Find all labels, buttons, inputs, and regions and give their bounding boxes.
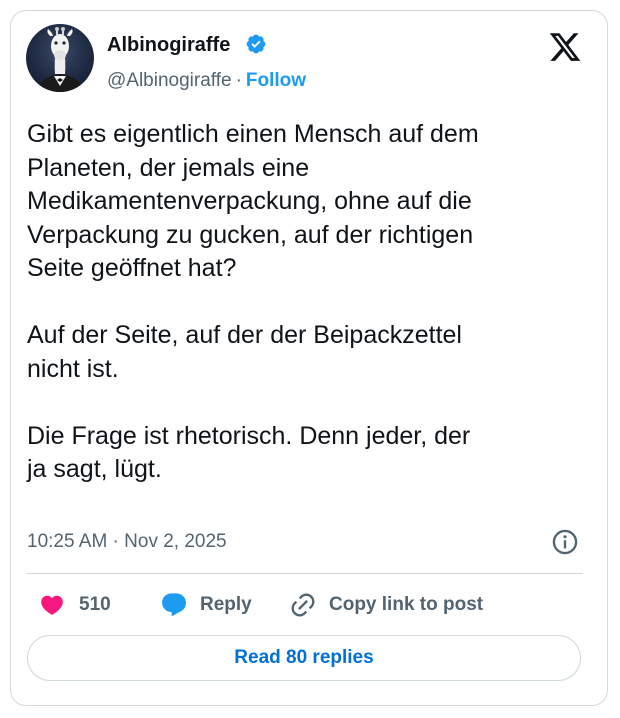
giraffe-avatar-image (36, 27, 84, 92)
verified-badge-icon (246, 34, 266, 54)
author-handle[interactable]: @Albinogiraffe (107, 70, 232, 91)
divider (27, 573, 583, 574)
info-icon[interactable] (551, 528, 579, 556)
action-bar: 510 Reply Copy link to post (27, 590, 583, 620)
timestamp[interactable]: 10:25 AM · Nov 2, 2025 (27, 531, 227, 553)
reply-button[interactable]: Reply (160, 590, 252, 620)
read-replies-label: Read 80 replies (234, 647, 374, 668)
handle-row: @Albinogiraffe · Follow (107, 70, 306, 92)
link-icon (291, 593, 315, 617)
like-count: 510 (79, 594, 111, 615)
copy-link-label: Copy link to post (329, 594, 484, 615)
copy-link-button[interactable]: Copy link to post (289, 590, 483, 620)
follow-button[interactable]: Follow (246, 70, 306, 91)
read-replies-button[interactable]: Read 80 replies (27, 635, 581, 681)
reply-label: Reply (200, 594, 252, 615)
avatar[interactable] (26, 24, 94, 92)
like-button[interactable]: 510 (39, 590, 111, 620)
author-name[interactable]: Albinogiraffe (107, 34, 230, 57)
speech-bubble-icon (162, 593, 186, 617)
tweet-text: Gibt es eigentlich einen Mensch auf dem … (27, 120, 479, 483)
heart-icon (41, 595, 63, 615)
x-logo-icon[interactable] (548, 30, 582, 64)
separator-dot: · (235, 70, 242, 91)
